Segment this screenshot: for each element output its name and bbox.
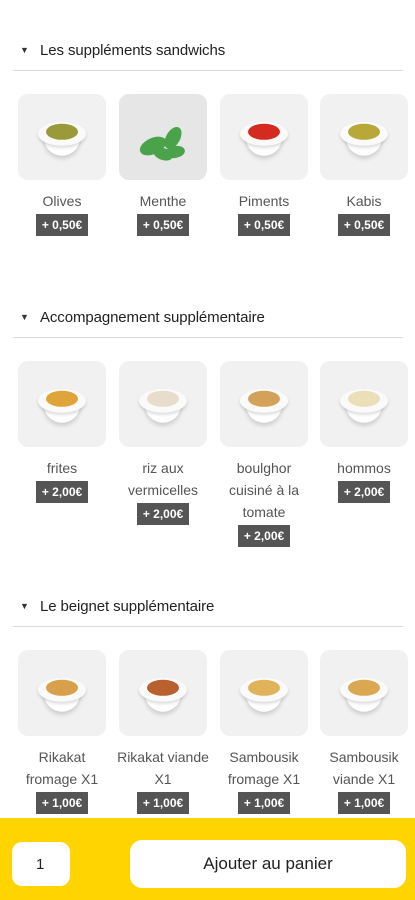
item-name: frites	[46, 460, 78, 476]
item-name: Rikakat viande X1	[117, 749, 209, 787]
price-badge: + 1,00€	[337, 792, 391, 814]
section-header[interactable]: ▼ Le beignet supplémentaire	[0, 594, 415, 618]
price-badge: + 0,50€	[337, 214, 391, 236]
section-fritters: ▼ Le beignet supplémentaire Rikakat from…	[0, 594, 415, 814]
divider	[13, 626, 403, 627]
section-header[interactable]: ▼ Les suppléments sandwichs	[0, 38, 415, 62]
item-card[interactable]: hommos + 2,00€	[318, 361, 410, 503]
item-card[interactable]: frites + 2,00€	[16, 361, 108, 503]
divider	[13, 70, 403, 71]
rolls-bowl-icon	[119, 650, 207, 736]
item-name: Menthe	[139, 193, 187, 209]
item-name: Rikakat fromage X1	[25, 749, 99, 787]
price-badge: + 0,50€	[237, 214, 291, 236]
section-side-dishes: ▼ Accompagnement supplémentaire frites +…	[0, 305, 415, 547]
item-list: frites + 2,00€ riz aux vermicelles + 2,0…	[0, 361, 415, 547]
mint-leaves-icon	[119, 94, 207, 180]
item-name: boulghor cuisiné à la tomate	[228, 460, 300, 520]
item-name: Piments	[238, 193, 290, 209]
item-card[interactable]: Menthe + 0,50€	[117, 94, 209, 236]
rolls-bowl-icon	[18, 650, 106, 736]
section-title: Le beignet supplémentaire	[40, 597, 215, 615]
section-title: Accompagnement supplémentaire	[40, 308, 265, 326]
caret-down-icon: ▼	[20, 312, 29, 322]
item-card[interactable]: Sambousik viande X1 + 1,00€	[318, 650, 410, 814]
item-card[interactable]: Kabis + 0,50€	[318, 94, 410, 236]
price-badge: + 2,00€	[337, 481, 391, 503]
fries-bowl-icon	[18, 361, 106, 447]
price-badge: + 1,00€	[35, 792, 89, 814]
price-badge: + 0,50€	[136, 214, 190, 236]
pickles-bowl-icon	[320, 94, 408, 180]
rice-bowl-icon	[119, 361, 207, 447]
item-card[interactable]: riz aux vermicelles + 2,00€	[117, 361, 209, 525]
price-badge: + 0,50€	[35, 214, 89, 236]
price-badge: + 1,00€	[136, 792, 190, 814]
pastry-bowl-icon	[320, 650, 408, 736]
price-badge: + 2,00€	[136, 503, 190, 525]
add-to-cart-button[interactable]: Ajouter au panier	[130, 840, 406, 888]
caret-down-icon: ▼	[20, 601, 29, 611]
peppers-bowl-icon	[220, 94, 308, 180]
caret-down-icon: ▼	[20, 45, 29, 55]
item-name: Kabis	[346, 193, 382, 209]
cart-bar: 1 Ajouter au panier	[0, 818, 415, 900]
item-card[interactable]: Sambousik fromage X1 + 1,00€	[218, 650, 310, 814]
section-header[interactable]: ▼ Accompagnement supplémentaire	[0, 305, 415, 329]
pastry-bowl-icon	[220, 650, 308, 736]
olives-bowl-icon	[18, 94, 106, 180]
item-list: Rikakat fromage X1 + 1,00€ Rikakat viand…	[0, 650, 415, 830]
section-sandwich-supplements: ▼ Les suppléments sandwichs Olives + 0,5…	[0, 38, 415, 236]
item-name: hommos	[337, 460, 391, 476]
price-badge: + 2,00€	[237, 525, 291, 547]
item-card[interactable]: Rikakat fromage X1 + 1,00€	[16, 650, 108, 814]
item-list: Olives + 0,50€ Menthe + 0,50€ Piments + …	[0, 94, 415, 274]
item-card[interactable]: boulghor cuisiné à la tomate + 2,00€	[218, 361, 310, 547]
item-card[interactable]: Rikakat viande X1 + 1,00€	[117, 650, 209, 814]
item-name: riz aux vermicelles	[127, 460, 198, 498]
item-name: Sambousik viande X1	[329, 749, 399, 787]
section-title: Les suppléments sandwichs	[40, 41, 226, 59]
item-name: Olives	[42, 193, 82, 209]
hummus-bowl-icon	[320, 361, 408, 447]
item-card[interactable]: Olives + 0,50€	[16, 94, 108, 236]
bulgur-bowl-icon	[220, 361, 308, 447]
item-name: Sambousik fromage X1	[227, 749, 301, 787]
price-badge: + 2,00€	[35, 481, 89, 503]
quantity-input[interactable]: 1	[12, 842, 70, 886]
price-badge: + 1,00€	[237, 792, 291, 814]
item-card[interactable]: Piments + 0,50€	[218, 94, 310, 236]
divider	[13, 337, 403, 338]
